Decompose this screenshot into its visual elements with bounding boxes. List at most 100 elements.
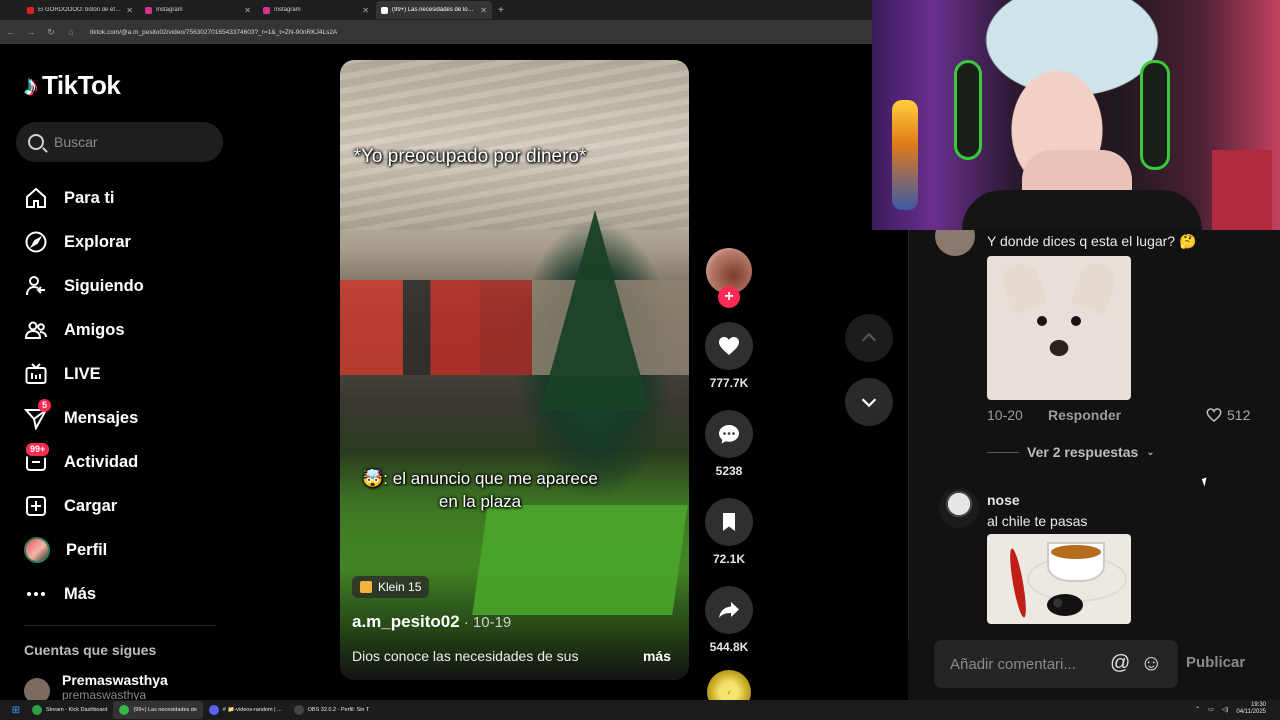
comment-image-dog[interactable] (987, 256, 1131, 400)
comment-input[interactable] (950, 655, 1100, 673)
sidebar-item-cargar[interactable]: Cargar (24, 484, 224, 528)
sidebar-item-label: Cargar (64, 496, 118, 515)
clock[interactable]: 19:30 04/11/2025 (1236, 702, 1266, 716)
sidebar-item-actividad[interactable]: Actividad 99+ (24, 440, 224, 484)
reply-button[interactable]: Responder (1048, 407, 1121, 423)
comment-image-tea[interactable] (987, 534, 1131, 624)
browser-tab[interactable]: Instagram ✕ (258, 1, 374, 19)
forward-icon[interactable]: → (26, 27, 36, 37)
sidebar-nav: Para ti Explorar Siguiendo Amigos LIVE M… (24, 176, 224, 616)
close-icon[interactable]: ✕ (480, 6, 487, 15)
follow-button[interactable]: + (718, 286, 740, 308)
music-tag[interactable]: Klein 15 (352, 576, 430, 598)
browser-tab[interactable]: El GORDOOOO: botón de efecto ✕ (22, 1, 138, 19)
network-icon[interactable]: ▭ (1208, 706, 1214, 713)
music-icon (360, 581, 372, 593)
discord-icon (208, 705, 219, 715)
back-icon[interactable]: ← (6, 27, 16, 37)
volume-icon[interactable]: ◁) (1222, 706, 1229, 713)
browser-tab-active[interactable]: (99+) Las necesidades de los gu ✕ (376, 1, 492, 19)
figurine (892, 100, 918, 210)
taskbar-item[interactable]: Stream - Kick Dashboard (26, 701, 113, 719)
bookmark-icon (723, 513, 735, 531)
share-count: 544.8K (709, 640, 749, 654)
windows-start-icon[interactable]: ⊞ (6, 705, 26, 716)
tab-label: Instagram (274, 7, 301, 13)
webcam-overlay (872, 0, 1280, 230)
share-icon (719, 602, 739, 618)
dog-eye (1037, 316, 1047, 326)
tiktok-logo[interactable]: ♪ TikTok (24, 69, 121, 101)
video-player[interactable]: *Yo preocupado por dinero* 🤯: el anuncio… (340, 60, 689, 680)
sidebar-item-amigos[interactable]: Amigos (24, 308, 224, 352)
tiktok-note-icon: ♪ (24, 69, 38, 101)
comment-like[interactable]: 512 (1205, 406, 1250, 424)
video-author[interactable]: a.m_pesito02 · 10-19 (352, 612, 511, 632)
app-icon (119, 705, 130, 715)
sidebar-item-perfil[interactable]: Perfil (24, 528, 224, 572)
comment-button[interactable] (705, 410, 753, 458)
friends-icon (24, 321, 47, 339)
following-section-title: Cuentas que sigues (24, 642, 157, 658)
sidebar-item-siguiendo[interactable]: Siguiendo (24, 264, 224, 308)
search-box[interactable] (16, 122, 223, 162)
tab-label: Instagram (156, 7, 183, 13)
more-icon (27, 592, 45, 596)
sidebar-item-explorar[interactable]: Explorar (24, 220, 224, 264)
search-input[interactable] (54, 134, 204, 150)
next-video-button[interactable] (845, 378, 893, 426)
url-field[interactable]: tiktok.com/@a.m_pesito02/video/756302701… (90, 29, 337, 36)
sidebar-item-label: Más (64, 584, 97, 603)
messages-badge: 5 (38, 399, 52, 412)
more-button[interactable]: más (643, 648, 671, 664)
share-action: 544.8K (700, 586, 758, 654)
tea-shape (1051, 545, 1101, 559)
close-icon[interactable]: ✕ (362, 6, 369, 15)
save-button[interactable] (705, 498, 753, 546)
sidebar-item-mensajes[interactable]: Mensajes 5 (24, 396, 224, 440)
chevron-up-icon[interactable]: ⌃ (1195, 706, 1200, 713)
emoji-icon[interactable]: ☺ (1140, 650, 1162, 676)
chevron-down-icon (861, 398, 877, 408)
chili-shape (1006, 547, 1030, 619)
sidebar-item-mas[interactable]: Más (24, 572, 224, 616)
taskbar: ⊞ Stream - Kick Dashboard (99+) Las nece… (0, 700, 1280, 720)
headphone-right (1140, 60, 1170, 170)
taskbar-item-active[interactable]: (99+) Las necesidades de (113, 701, 203, 719)
taskbar-item-label: OBS 32.0.2 - Perfil: Sin T (307, 707, 370, 713)
reload-icon[interactable]: ↻ (46, 27, 56, 38)
close-icon[interactable]: ✕ (244, 6, 251, 15)
browser-tab[interactable]: Instagram ✕ (140, 1, 256, 19)
comment-input-box[interactable]: @ ☺ (934, 640, 1178, 688)
search-icon (28, 134, 44, 150)
sidebar-item-label: LIVE (64, 364, 101, 383)
creator-avatar[interactable]: + (706, 248, 752, 308)
mention-icon[interactable]: @ (1110, 652, 1130, 675)
video-table (472, 505, 688, 615)
like-button[interactable] (705, 322, 753, 370)
taskbar-item[interactable]: OBS 32.0.2 - Perfil: Sin T (288, 701, 376, 719)
author-name[interactable]: a.m_pesito02 (352, 612, 460, 631)
sidebar-item-live[interactable]: LIVE (24, 352, 224, 396)
compass-icon (25, 231, 47, 253)
view-replies-button[interactable]: Ver 2 respuestas ⌄ (987, 444, 1155, 460)
sidebar-item-para-ti[interactable]: Para ti (24, 176, 224, 220)
publish-button[interactable]: Publicar (1186, 654, 1245, 671)
share-button[interactable] (705, 586, 753, 634)
sidebar-item-label: Perfil (66, 540, 108, 559)
home-icon[interactable]: ⌂ (66, 27, 76, 37)
avatar (24, 537, 50, 563)
new-tab-button[interactable]: + (494, 5, 504, 16)
like-count: 777.7K (709, 376, 749, 390)
comment-username[interactable]: nose (987, 492, 1020, 508)
tab-label: (99+) Las necesidades de los gu (392, 7, 477, 13)
divider (24, 625, 216, 626)
taskbar-item-label: (99+) Las necesidades de (133, 707, 197, 713)
comment-like-count: 512 (1227, 407, 1251, 423)
close-icon[interactable]: ✕ (126, 6, 133, 15)
streamer-shirt (962, 190, 1202, 230)
skull-avatar[interactable] (939, 488, 979, 528)
beans-shape (1047, 594, 1083, 616)
previous-video-button[interactable] (845, 314, 893, 362)
taskbar-item[interactable]: # 📁-videos-random | ... (203, 701, 288, 719)
